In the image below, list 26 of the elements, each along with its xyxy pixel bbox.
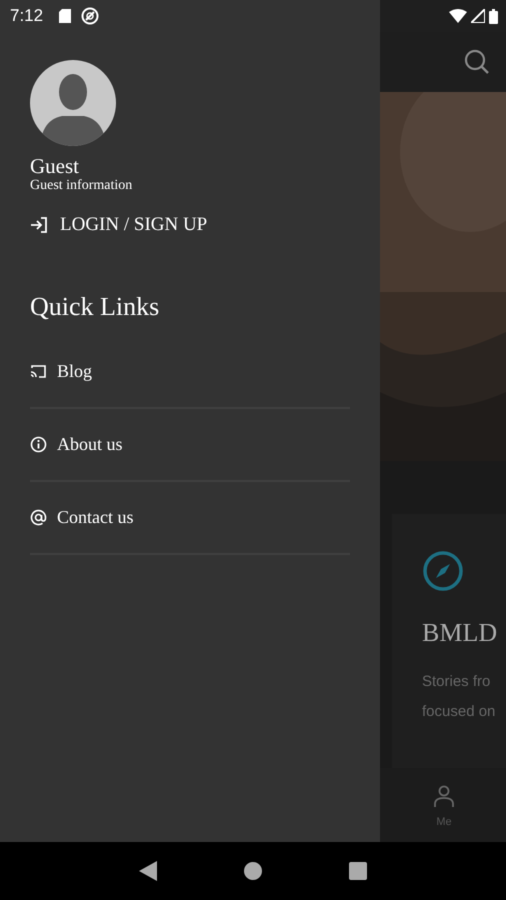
menu-link[interactable]: Blog [57, 361, 92, 382]
info-icon [30, 436, 47, 453]
search-icon[interactable] [464, 48, 490, 75]
card-text: focused on [422, 704, 496, 720]
cast-icon [30, 364, 47, 379]
signal-icon [471, 9, 485, 23]
menu-link[interactable]: Contact us [57, 507, 134, 528]
compass-icon [422, 550, 464, 592]
menu-link[interactable]: About us [57, 434, 123, 455]
sd-card-icon [59, 9, 72, 23]
home-icon[interactable] [244, 862, 262, 880]
section-title: Quick Links [30, 292, 160, 322]
person-icon [432, 784, 456, 808]
battery-icon [489, 8, 498, 24]
status-time: 7:12 [10, 6, 44, 26]
at-sign-icon [30, 509, 47, 526]
user-subtitle: Guest information [30, 178, 134, 194]
wifi-icon [449, 9, 467, 23]
card-title: BMLD [422, 618, 498, 648]
login-icon [30, 216, 48, 234]
blocked-icon [81, 7, 100, 25]
user-name: Guest [30, 154, 80, 178]
login-link[interactable]: LOGIN / SIGN UP [60, 214, 208, 236]
recents-icon[interactable] [348, 862, 367, 880]
card-text: Stories fro [422, 674, 490, 690]
back-icon[interactable] [139, 861, 158, 881]
